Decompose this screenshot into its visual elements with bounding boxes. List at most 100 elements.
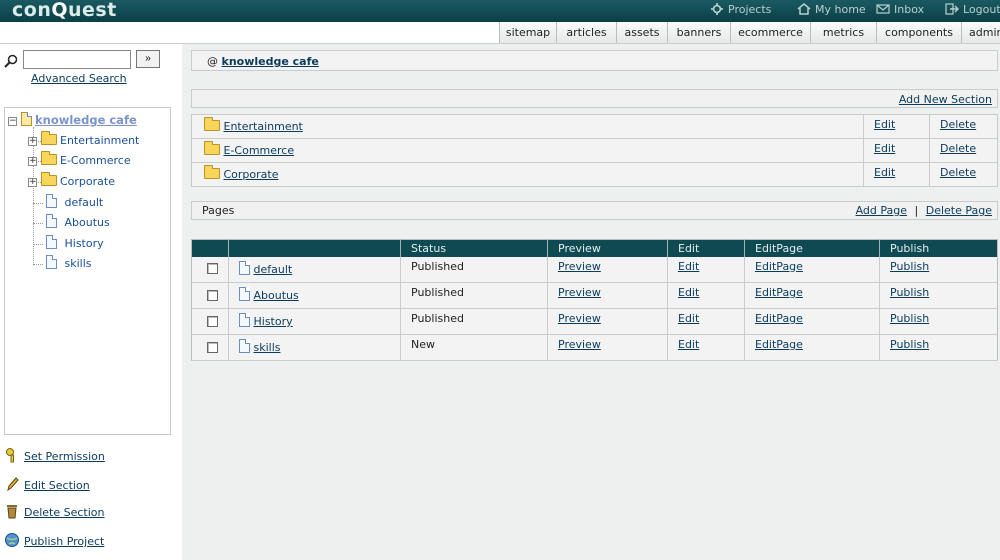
search-button[interactable]: »: [136, 50, 160, 68]
section-link-entertainment[interactable]: Entertainment: [224, 120, 303, 133]
publish-project-action[interactable]: Publish Project: [4, 532, 104, 548]
tree-item-corporate[interactable]: + Corporate: [28, 172, 115, 191]
tree-item-label[interactable]: Aboutus: [65, 216, 110, 229]
tree-item-entertainment[interactable]: + Entertainment: [28, 131, 139, 150]
page-icon: [46, 255, 57, 269]
publish-link[interactable]: Publish: [890, 286, 929, 299]
search-input[interactable]: [23, 50, 131, 69]
expand-toggle-icon[interactable]: +: [28, 178, 37, 187]
expand-toggle-icon[interactable]: +: [28, 137, 37, 146]
my-home-link[interactable]: My home: [797, 3, 866, 16]
expand-toggle-icon[interactable]: +: [28, 157, 37, 166]
edit-link[interactable]: Edit: [678, 260, 699, 273]
col-header-editpage: EditPage: [744, 239, 880, 257]
preview-link[interactable]: Preview: [558, 260, 601, 273]
preview-cell: Preview: [547, 308, 668, 335]
advanced-search-link[interactable]: Advanced Search: [31, 72, 127, 85]
edit-link[interactable]: Edit: [678, 312, 699, 325]
logout-link[interactable]: Logout: [945, 3, 1000, 16]
set-permission-action[interactable]: Set Permission: [4, 447, 105, 463]
tree-item-label[interactable]: default: [65, 196, 104, 209]
tab-admin[interactable]: admin: [961, 22, 1000, 43]
tab-sitemap[interactable]: sitemap: [499, 22, 556, 43]
tree-root-label[interactable]: knowledge cafe: [35, 113, 137, 127]
inbox-link[interactable]: Inbox: [876, 3, 924, 16]
tree-item-default[interactable]: default: [46, 194, 103, 212]
row-checkbox[interactable]: [207, 289, 218, 301]
publish-project-link[interactable]: Publish Project: [24, 535, 104, 548]
page-name-link[interactable]: Aboutus: [254, 289, 299, 302]
tab-banners[interactable]: banners: [667, 22, 730, 43]
edit-link[interactable]: Edit: [678, 338, 699, 351]
tab-ecommerce[interactable]: ecommerce: [730, 22, 810, 43]
tree-item-label[interactable]: Entertainment: [60, 134, 139, 147]
section-delete-link[interactable]: Delete: [940, 166, 976, 179]
breadcrumb-current-link[interactable]: knowledge cafe: [222, 55, 319, 68]
section-edit-link[interactable]: Edit: [874, 166, 895, 179]
table-row: skills New Preview Edit EditPage Publish: [191, 334, 998, 361]
preview-link[interactable]: Preview: [558, 312, 601, 325]
row-checkbox[interactable]: [207, 315, 218, 327]
col-header-edit: Edit: [667, 239, 745, 257]
delete-section-link[interactable]: Delete Section: [24, 506, 105, 519]
tree-root[interactable]: − knowledge cafe: [8, 111, 137, 129]
delete-page-link[interactable]: Delete Page: [926, 204, 992, 217]
edit-section-link[interactable]: Edit Section: [24, 479, 90, 492]
publish-link[interactable]: Publish: [890, 260, 929, 273]
publish-cell: Publish: [879, 334, 998, 361]
row-checkbox[interactable]: [207, 341, 218, 353]
tree-item-label[interactable]: History: [65, 237, 104, 250]
sections-toolbar: Add New Section: [191, 89, 998, 108]
pages-actions: Add Page | Delete Page: [856, 202, 992, 220]
page-name-cell: default: [228, 256, 401, 283]
publish-link[interactable]: Publish: [890, 312, 929, 325]
col-header-name: [228, 239, 401, 257]
row-checkbox[interactable]: [207, 263, 218, 275]
page-name-link[interactable]: default: [254, 263, 293, 276]
section-edit-link[interactable]: Edit: [874, 118, 895, 131]
add-page-link[interactable]: Add Page: [856, 204, 907, 217]
tab-components[interactable]: components: [876, 22, 961, 43]
publish-link[interactable]: Publish: [890, 338, 929, 351]
app-logo[interactable]: conQuest: [12, 0, 117, 21]
tree-connector-line: [33, 223, 43, 224]
editpage-link[interactable]: EditPage: [755, 286, 803, 299]
tab-assets[interactable]: assets: [616, 22, 667, 43]
status-cell: Published: [400, 308, 548, 335]
section-link-e-commerce[interactable]: E-Commerce: [224, 144, 295, 157]
editpage-link[interactable]: EditPage: [755, 260, 803, 273]
set-permission-link[interactable]: Set Permission: [24, 450, 105, 463]
page-name-link[interactable]: skills: [254, 341, 281, 354]
home-icon: [797, 3, 811, 15]
tab-metrics[interactable]: metrics: [810, 22, 876, 43]
tree-item-label[interactable]: E-Commerce: [60, 154, 131, 167]
col-header-preview: Preview: [547, 239, 668, 257]
row-select-cell: [191, 282, 229, 309]
preview-link[interactable]: Preview: [558, 338, 601, 351]
tree-item-label[interactable]: Corporate: [60, 175, 115, 188]
tree-item-aboutus[interactable]: Aboutus: [46, 214, 110, 232]
editpage-link[interactable]: EditPage: [755, 312, 803, 325]
tree-item-label[interactable]: skills: [65, 257, 92, 270]
tree-item-history[interactable]: History: [46, 235, 104, 253]
projects-link[interactable]: Projects: [710, 3, 771, 16]
section-delete-link[interactable]: Delete: [940, 142, 976, 155]
add-new-section-link[interactable]: Add New Section: [899, 93, 992, 106]
delete-section-action[interactable]: Delete Section: [4, 503, 105, 519]
tree-connector-line: [33, 203, 43, 204]
section-edit-link[interactable]: Edit: [874, 142, 895, 155]
edit-link[interactable]: Edit: [678, 286, 699, 299]
editpage-link[interactable]: EditPage: [755, 338, 803, 351]
preview-link[interactable]: Preview: [558, 286, 601, 299]
collapse-toggle-icon[interactable]: −: [8, 117, 17, 126]
tab-articles[interactable]: articles: [556, 22, 616, 43]
section-link-corporate[interactable]: Corporate: [224, 168, 279, 181]
tree-item-e-commerce[interactable]: + E-Commerce: [28, 151, 131, 170]
section-delete-link[interactable]: Delete: [940, 118, 976, 131]
edit-section-action[interactable]: Edit Section: [4, 476, 90, 492]
pages-table: Status Preview Edit EditPage Publish def…: [191, 239, 998, 361]
table-row: default Published Preview Edit EditPage …: [191, 256, 998, 283]
left-panel: » Advanced Search − knowledge cafe + Ent…: [0, 44, 182, 560]
tree-item-skills[interactable]: skills: [46, 255, 92, 273]
page-name-link[interactable]: History: [254, 315, 293, 328]
